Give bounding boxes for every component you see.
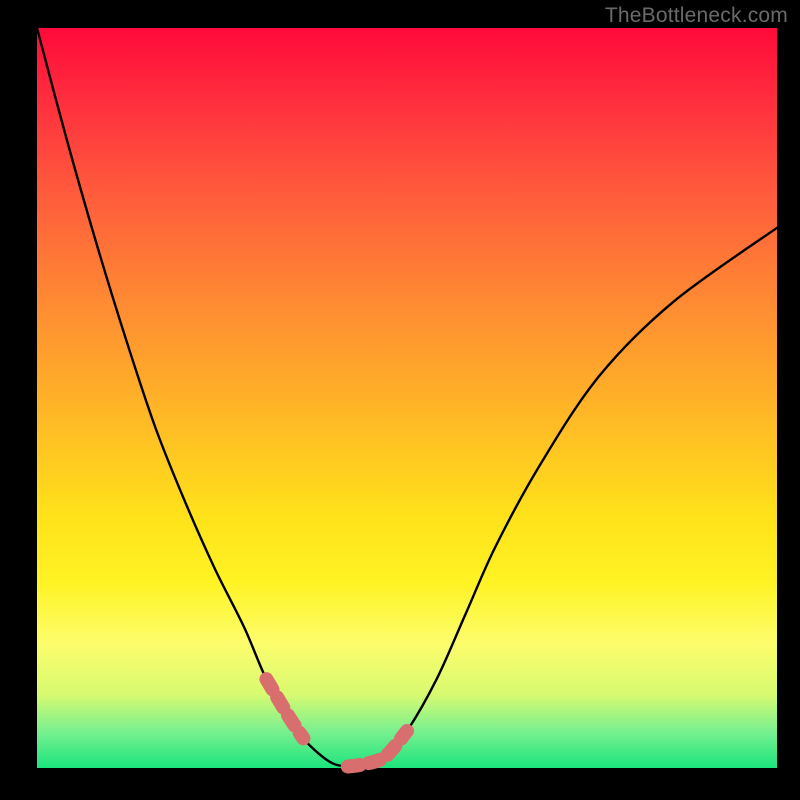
highlight-segment-left — [266, 679, 303, 738]
curve-layer — [37, 28, 777, 768]
plot-area — [37, 28, 777, 768]
chart-frame: TheBottleneck.com — [0, 0, 800, 800]
highlight-segment-right — [348, 731, 407, 767]
watermark-text: TheBottleneck.com — [605, 4, 788, 28]
bottleneck-curve — [37, 28, 777, 767]
